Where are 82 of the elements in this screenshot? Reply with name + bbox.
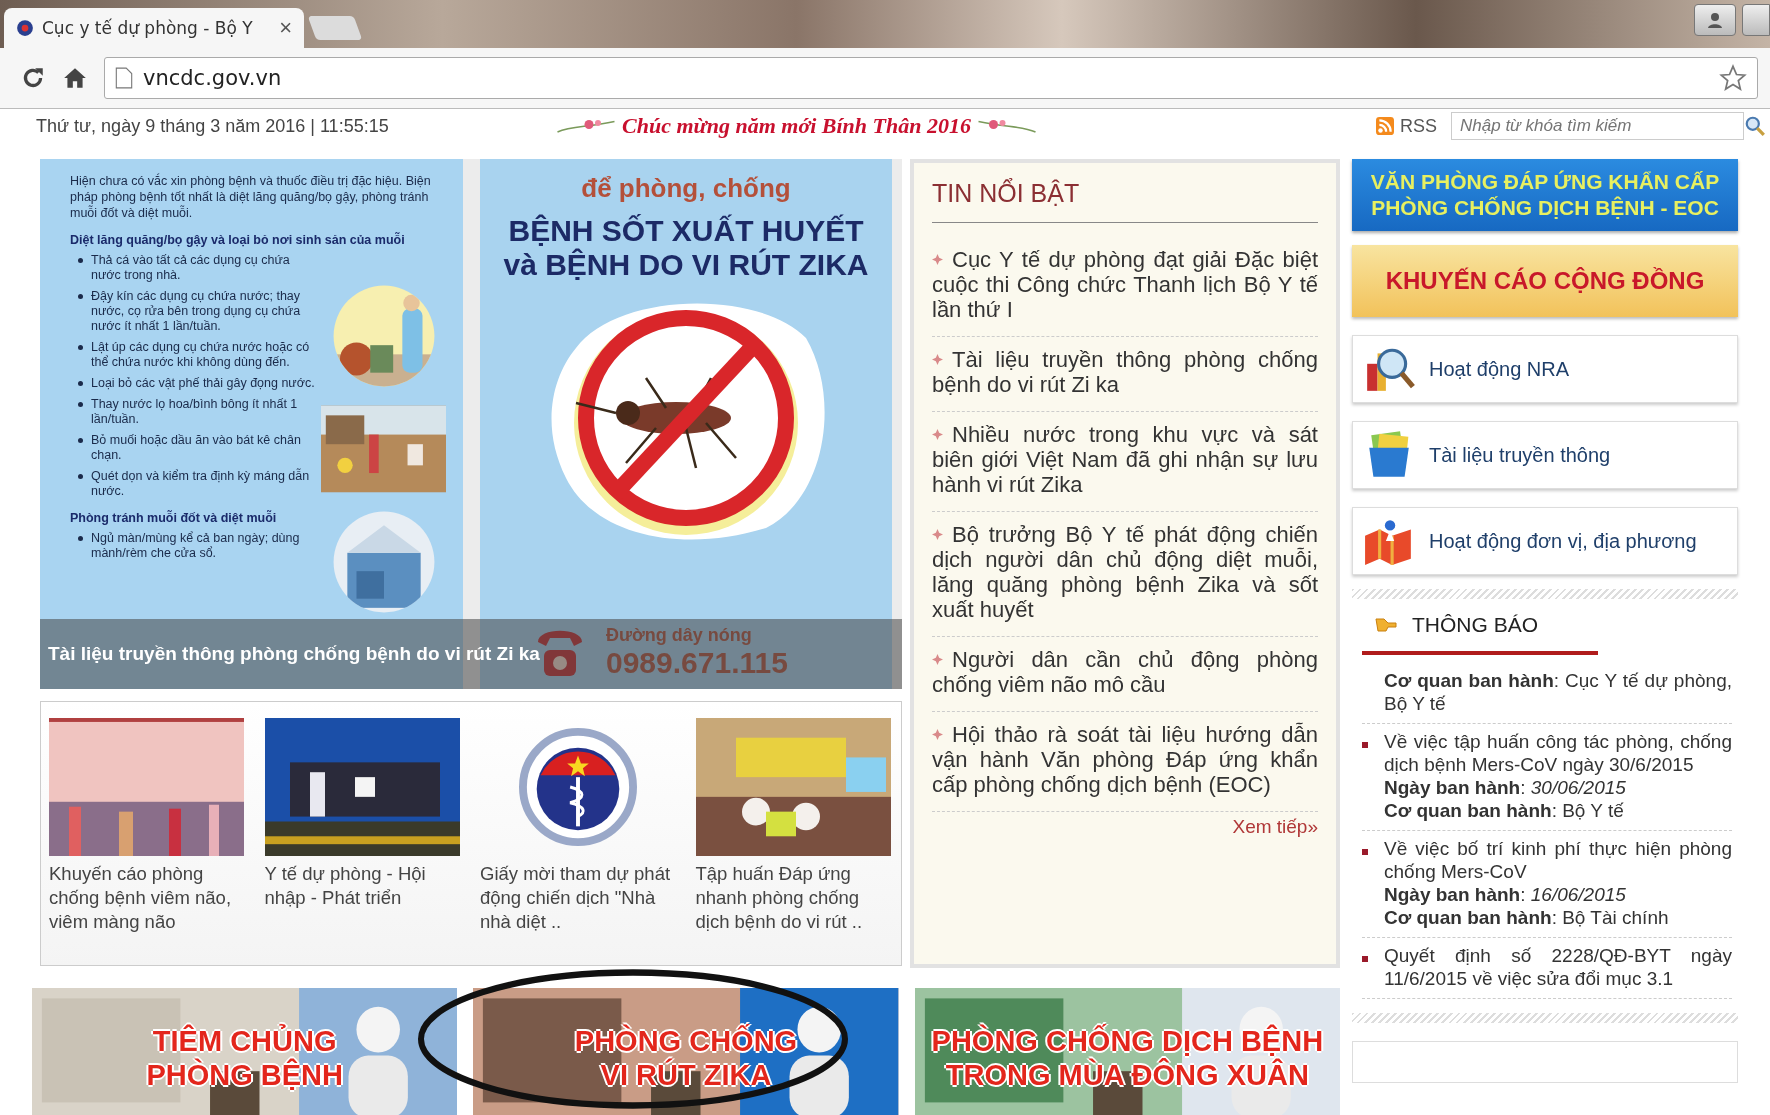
- news-link[interactable]: Hội thảo rà soát tài liệu hướng dẫn vận hành Văn phòng Đáp ứng khẩn cấp phòng chống dịch bệnh (EOC): [932, 722, 1318, 797]
- notice-link[interactable]: Về việc bố trí kinh phí thực hiện phòng chống Mers-CoV: [1384, 837, 1732, 883]
- news-link[interactable]: Tài liệu truyền thông phòng chống bệnh do vi rút Zi ka: [932, 347, 1318, 397]
- bullet-dot: [78, 258, 83, 263]
- bullet-icon: [932, 729, 943, 740]
- poster-text: Lật úp các dụng cụ chứa nước hoặc có thể chứa nước khi không dùng đến.: [91, 340, 311, 370]
- link-card[interactable]: Tài liệu truyền thông: [1352, 421, 1738, 489]
- star-icon[interactable]: [1719, 64, 1747, 92]
- banner-title: PHÒNG BỆNH: [146, 1058, 343, 1092]
- poster-text: Hiện chưa có vắc xin phòng bệnh và thuốc điều trị đặc hiệu. Biện pháp phòng bệnh tốt nhất là diệt lăng quăng/bọ gậy, phòng tránh muỗi đốt và diệt muỗi.: [70, 173, 432, 221]
- thumbnail-caption[interactable]: Y tế dự phòng - Hội nhập - Phát triển: [264, 862, 462, 910]
- eoc-banner[interactable]: VĂN PHÒNG ĐÁP ỨNG KHẨN CẤP PHÒNG CHỐNG DỊCH BỆNH - EOC: [1352, 159, 1738, 231]
- section-title: THÔNG BÁO: [1412, 613, 1538, 637]
- profile-button[interactable]: [1694, 4, 1736, 36]
- thumbnail-caption[interactable]: Giấy mời tham dự phát động chiến dịch "Nhà nhà diệt ..: [480, 862, 678, 934]
- bullet-dot: [78, 381, 83, 386]
- poster-title: và BỆNH DO VI RÚT ZIKA: [503, 248, 869, 282]
- notice-detail: Ngày ban hành: 16/06/2015: [1384, 883, 1627, 906]
- close-tab-button[interactable]: ×: [279, 15, 292, 41]
- hotline-number: 0989.671.115: [606, 645, 788, 680]
- bullet-dot: [78, 345, 83, 350]
- poster-heading: Diệt lăng quăng/bọ gậy và loại bỏ nơi sinh sản của muỗi: [70, 233, 406, 247]
- banner-title: VĂN PHÒNG ĐÁP ỨNG KHẨN CẤP: [1370, 169, 1720, 195]
- thumbnail-caption[interactable]: Khuyến cáo phòng chống bệnh viêm não, viêm màng não: [49, 862, 247, 934]
- notice-detail: Cơ quan ban hành: Cục Y tế dự phòng, Bộ Y tế: [1384, 669, 1732, 715]
- pointing-hand-icon: [1374, 615, 1398, 635]
- notice-detail: Cơ quan ban hành: Bộ Y tế: [1384, 799, 1625, 822]
- bullet-dot: [78, 438, 83, 443]
- browser-tab[interactable]: Cục y tế dự phòng - Bộ Y ×: [4, 8, 304, 48]
- poster-heading: Phòng tránh muỗi đốt và diệt muỗi: [70, 511, 278, 525]
- bullet-icon: [932, 354, 943, 365]
- poster-title: BỆNH SỐT XUẤT HUYẾT: [508, 214, 864, 248]
- bullet-dot: [78, 402, 83, 407]
- bullet-icon: [932, 254, 943, 265]
- news-link[interactable]: Người dân cần chủ động phòng chống viêm não mô cầu: [932, 647, 1318, 697]
- poster-subtitle: để phòng, chống: [581, 173, 791, 204]
- news-link[interactable]: Bộ trưởng Bộ Y tế phát động chiến dịch người dân chủ động diệt muỗi, lăng quăng phòng bệnh Zika và sốt xuất huyết: [932, 522, 1318, 622]
- bullet-icon: [932, 654, 943, 665]
- notice-detail: Cơ quan ban hành: Bộ Tài chính: [1384, 906, 1670, 929]
- banner-title: TIÊM CHỦNG: [152, 1024, 337, 1058]
- site-icon: [16, 19, 34, 37]
- slideshow[interactable]: [40, 159, 902, 689]
- notice-link[interactable]: Quyết định số 2228/QĐ-BYT ngày 11/6/2015 về việc sửa đổi mục 3.1: [1384, 944, 1732, 990]
- poster-text: Bỏ muối hoặc dầu ăn vào bát kê chân chạn.: [91, 433, 302, 463]
- news-link[interactable]: Cục Y tế dự phòng đạt giải Đặc biệt cuộc thi Công chức Thanh lịch Bộ Y tế lần thứ I: [932, 247, 1318, 322]
- bullet-dot: [78, 294, 83, 299]
- date-time: Thứ tư, ngày 9 tháng 3 năm 2016 | 11:55:15: [36, 115, 390, 137]
- bullet-icon: [932, 529, 943, 540]
- bullet-icon: [932, 429, 943, 440]
- section-title: TIN NỔI BẬT: [932, 179, 1318, 223]
- url-text: vncdc.gov.vn: [143, 66, 283, 90]
- search-field[interactable]: Nhập từ khóa tìm kiếm: [1451, 112, 1744, 140]
- poster-text: Loại bỏ các vật phế thải gây đọng nước.: [91, 376, 315, 391]
- tab-title: Cục y tế dự phòng - Bộ Y: [42, 18, 254, 38]
- more-link[interactable]: Xem tiếp»: [1232, 816, 1318, 837]
- poster-text: Ngủ màn/mùng kể cả ban ngày; dùng mành/rèm che cửa sổ.: [91, 531, 301, 561]
- bullet-dot: [78, 536, 83, 541]
- greeting-text: Chúc mừng năm mới Bính Thân 2016: [622, 113, 971, 139]
- poster-text: Thả cá vào tất cả các dụng cụ chứa nước trong nhà.: [91, 253, 291, 283]
- search-icon[interactable]: [1744, 115, 1766, 137]
- bullet-dot: [78, 474, 83, 479]
- poster-text: Thay nước lọ hoa/bình bông ít nhất 1 lần/tuần.: [91, 397, 299, 427]
- poster-text: Quét dọn và kiểm tra định kỳ máng dẫn nước.: [91, 469, 311, 499]
- user-icon: [1705, 10, 1725, 30]
- thumbnail-caption[interactable]: Tập huấn Đáp ứng nhanh phòng chống dịch bệnh do vi rút ..: [695, 862, 893, 934]
- banner-title: TRONG MÙA ĐÔNG XUÂN: [945, 1058, 1309, 1092]
- notice-link[interactable]: Về việc tập huấn công tác phòng, chống dịch bệnh Mers-CoV ngày 30/6/2015: [1384, 730, 1732, 776]
- hotline-label: Đường dây nóng: [606, 624, 753, 646]
- notice-detail: Ngày ban hành: 30/06/2015: [1384, 776, 1627, 799]
- address-bar[interactable]: vncdc.gov.vn: [104, 57, 1758, 99]
- advice-banner[interactable]: KHUYẾN CÁO CỘNG ĐỒNG: [1352, 245, 1738, 317]
- page-icon: [115, 67, 133, 89]
- slide-caption[interactable]: Tài liệu truyền thông phòng chống bệnh do vi rút Zi ka: [48, 643, 540, 665]
- link-card[interactable]: Hoạt động đơn vị, địa phương: [1352, 507, 1738, 575]
- poster-text: Đậy kín các dụng cụ chứa nước; thay nước, cọ rửa bên trong dụng cụ chứa nước ít nhất 1 lần/tuần.: [91, 289, 302, 334]
- emblem-logo[interactable]: [518, 728, 637, 846]
- link-card[interactable]: Hoạt động NRA: [1352, 335, 1738, 403]
- news-link[interactable]: Nhiều nước trong khu vực và sát biên giới Việt Nam đã ghi nhận sự lưu hành vi rút Zika: [932, 422, 1318, 497]
- minimize-button[interactable]: [1742, 4, 1770, 36]
- banner-title: PHÒNG CHỐNG DỊCH BỆNH - EOC: [1371, 195, 1719, 221]
- rss-link[interactable]: RSS: [1400, 115, 1437, 137]
- banner-title: PHÒNG CHỐNG DỊCH BỆNH: [931, 1024, 1324, 1058]
